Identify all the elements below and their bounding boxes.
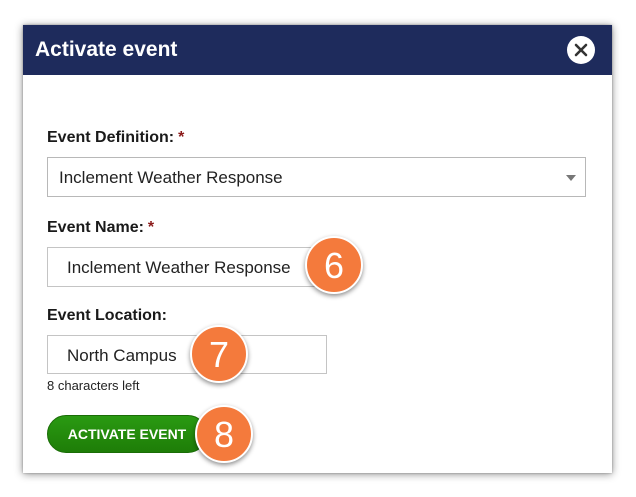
event-location-field[interactable]: North Campus: [47, 335, 327, 374]
required-marker: *: [178, 129, 185, 146]
dialog-titlebar: Activate event: [23, 25, 612, 75]
event-definition-label: Event Definition: *: [47, 128, 184, 148]
activate-event-button[interactable]: ACTIVATE EVENT: [47, 415, 207, 453]
close-button[interactable]: [567, 36, 595, 64]
event-name-label-text: Event Name:: [47, 219, 144, 236]
callout-number: 7: [208, 334, 230, 375]
required-marker: *: [147, 219, 155, 236]
activate-event-label: ACTIVATE EVENT: [67, 426, 187, 442]
activate-event-dialog: Activate event Event Definition: * Inclem…: [23, 25, 612, 473]
callout-badge-6: 6: [305, 236, 363, 294]
event-definition-label-text: Event Definition:: [47, 129, 175, 146]
event-name-label: Event Name: *: [47, 218, 154, 238]
dialog-title: Activate event: [35, 38, 178, 61]
event-name-field[interactable]: Inclement Weather Response: [47, 247, 317, 287]
event-name-value: Inclement Weather Response: [67, 258, 291, 277]
callout-number: 6: [323, 245, 345, 286]
event-definition-value: Inclement Weather Response: [59, 168, 283, 187]
chevron-down-icon: [566, 175, 576, 181]
event-location-label-text: Event Location:: [47, 307, 168, 324]
characters-left-hint: 8 characters left: [47, 378, 140, 393]
callout-badge-8: 8: [195, 405, 253, 463]
callout-number: 8: [213, 414, 235, 455]
event-location-value: North Campus: [67, 346, 177, 365]
event-location-label: Event Location:: [47, 306, 167, 326]
callout-badge-7: 7: [190, 325, 248, 383]
event-definition-select[interactable]: Inclement Weather Response: [47, 157, 586, 197]
close-icon: [574, 43, 588, 57]
